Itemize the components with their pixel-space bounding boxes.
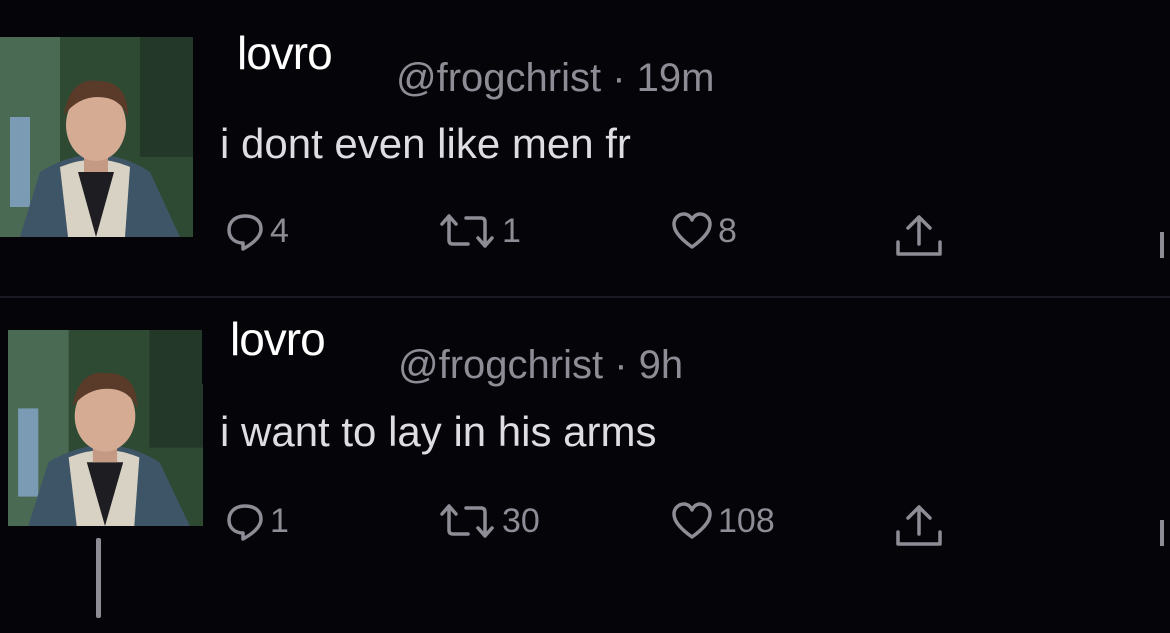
like-count: 8 [718, 211, 737, 250]
like-icon [672, 502, 712, 539]
tweet-text: i dont even like men fr [220, 120, 631, 167]
reply-count: 4 [270, 211, 289, 250]
like-count: 108 [718, 501, 775, 540]
retweet-button[interactable]: 30 [436, 500, 540, 542]
handle-and-time[interactable]: @frogchrist · 9h [398, 343, 683, 388]
reply-icon [227, 504, 263, 541]
retweet-icon [440, 214, 494, 248]
like-icon [672, 212, 712, 249]
edge-mark [1160, 232, 1164, 258]
share-button[interactable] [888, 210, 950, 262]
avatar[interactable] [0, 37, 193, 237]
tweet[interactable]: lovro @frogchrist · 9h i want to lay in … [0, 298, 1170, 633]
avatar-photo [8, 330, 203, 526]
edge-mark [1160, 520, 1164, 546]
like-button[interactable]: 8 [670, 210, 737, 252]
avatar-photo [0, 37, 193, 237]
retweet-count: 1 [502, 211, 521, 250]
avatar[interactable] [8, 330, 203, 526]
like-button[interactable]: 108 [670, 500, 775, 542]
share-button[interactable] [888, 500, 950, 552]
reply-button[interactable]: 1 [224, 500, 289, 542]
handle-and-time[interactable]: @frogchrist · 19m [396, 56, 714, 101]
reply-count: 1 [270, 501, 289, 540]
reply-button[interactable]: 4 [224, 210, 289, 252]
retweet-icon [440, 504, 494, 538]
display-name[interactable]: lovro [225, 24, 342, 90]
retweet-count: 30 [502, 501, 540, 540]
reply-icon [227, 214, 263, 251]
tweet-text: i want to lay in his arms [220, 408, 657, 455]
retweet-button[interactable]: 1 [436, 210, 521, 252]
share-icon [896, 215, 942, 256]
display-name[interactable]: lovro [202, 298, 355, 384]
tweet[interactable]: lovro @frogchrist · 19m i dont even like… [0, 0, 1170, 296]
thread-line [96, 538, 101, 618]
share-icon [896, 505, 942, 546]
